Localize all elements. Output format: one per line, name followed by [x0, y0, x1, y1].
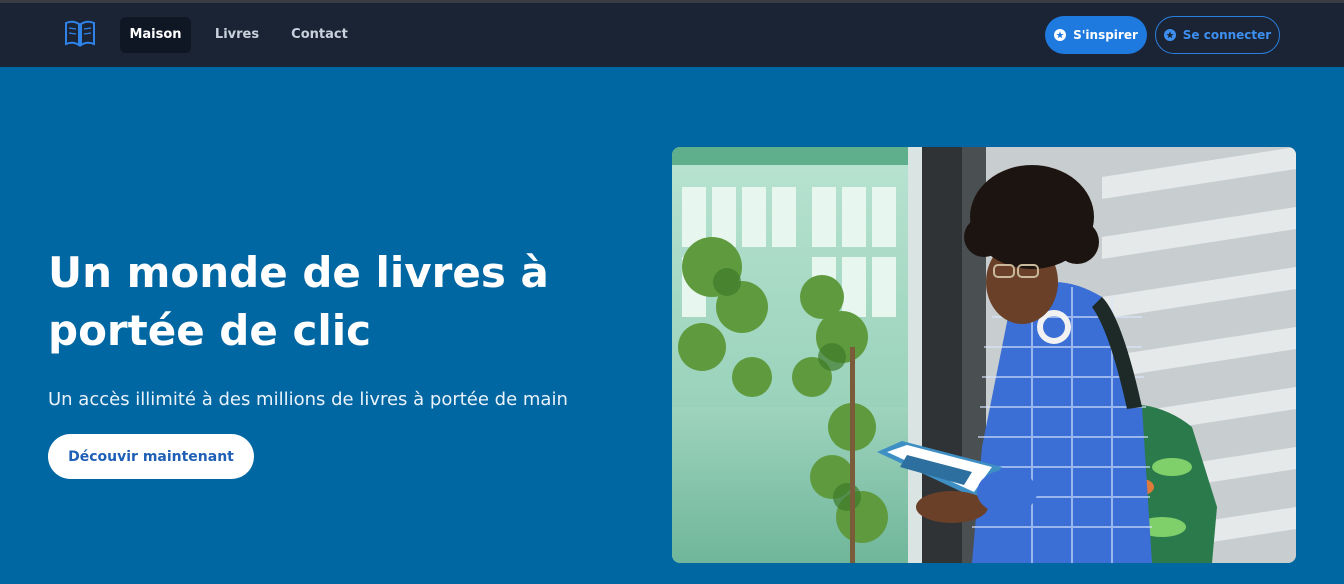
- inspire-button-label: S'inspirer: [1073, 28, 1138, 42]
- inspire-button[interactable]: S'inspirer: [1045, 16, 1147, 54]
- navbar: Maison Livres Contact S'inspirer Se conn…: [0, 3, 1344, 67]
- hero-title: Un monde de livres à portée de clic: [48, 248, 549, 355]
- star-icon: [1054, 29, 1067, 41]
- connect-button-label: Se connecter: [1182, 28, 1272, 42]
- nav-link-livres[interactable]: Livres: [206, 17, 268, 53]
- hero-photo-student-reading: [672, 147, 1296, 563]
- discover-button[interactable]: Découvir maintenant: [48, 434, 254, 479]
- star-icon: [1163, 29, 1176, 41]
- open-book-icon[interactable]: [64, 19, 96, 49]
- nav-link-contact[interactable]: Contact: [282, 17, 357, 53]
- hero-subtitle: Un accès illimité à des millions de livr…: [48, 389, 568, 410]
- nav-link-maison[interactable]: Maison: [120, 17, 191, 53]
- connect-button[interactable]: Se connecter: [1155, 16, 1280, 54]
